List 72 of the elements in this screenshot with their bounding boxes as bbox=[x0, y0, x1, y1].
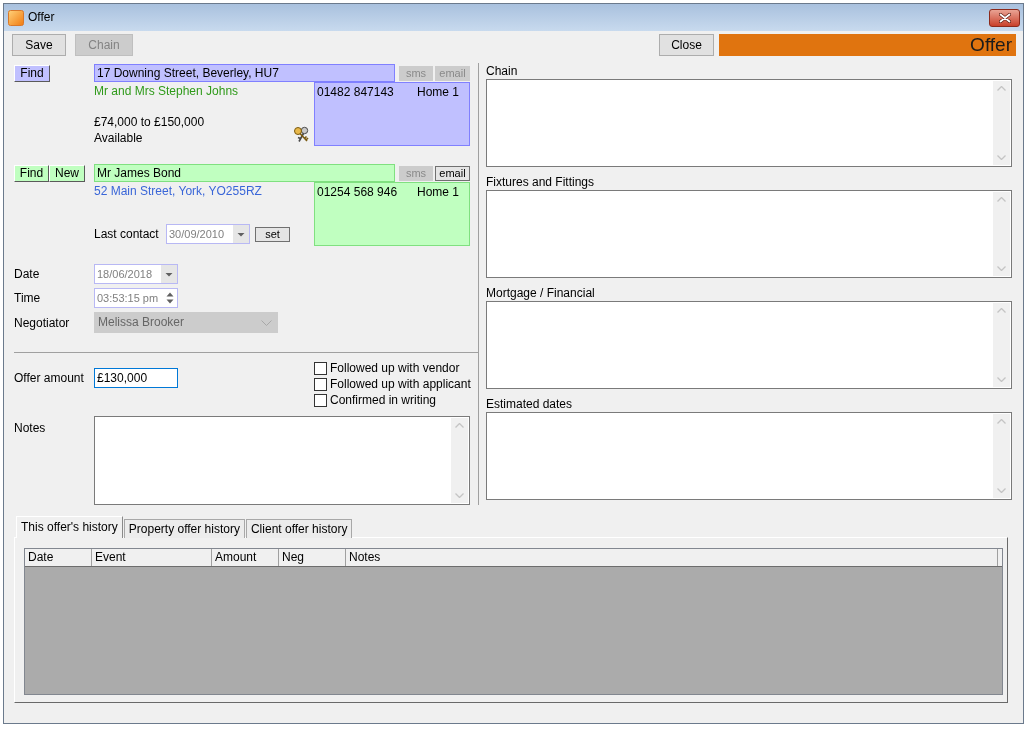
keys-icon bbox=[293, 126, 310, 143]
find-button[interactable]: Find bbox=[14, 164, 49, 182]
applicant-address: 52 Main Street, York, YO255RZ bbox=[94, 183, 263, 199]
phone-list[interactable]: 01482 847143 Home 1 bbox=[314, 82, 470, 146]
field-label: Date bbox=[14, 266, 40, 282]
section-label: Fixtures and Fittings bbox=[486, 175, 596, 190]
column-header[interactable]: Date bbox=[25, 549, 92, 566]
scrollbar[interactable] bbox=[993, 414, 1010, 498]
chevron-up-icon bbox=[455, 423, 464, 428]
scrollbar[interactable] bbox=[993, 303, 1010, 387]
checkbox[interactable] bbox=[314, 393, 327, 407]
section-label: Chain bbox=[486, 64, 519, 79]
applicant-name-field[interactable]: Mr James Bond bbox=[94, 164, 395, 182]
chevron-up-icon bbox=[997, 308, 1006, 313]
checkbox-label: Confirmed in writing bbox=[330, 392, 437, 408]
offer-amount-field[interactable]: £130,000 bbox=[94, 368, 178, 388]
column-header[interactable]: Neg bbox=[279, 549, 346, 566]
field-label: Time bbox=[14, 290, 41, 306]
phone-type: Home 1 bbox=[417, 184, 460, 200]
checkbox[interactable] bbox=[314, 361, 327, 375]
vendor-name: Mr and Mrs Stephen Johns bbox=[94, 83, 240, 99]
text-area-field[interactable] bbox=[486, 412, 1012, 500]
column-header[interactable]: Notes bbox=[346, 549, 998, 566]
chevron-down-icon bbox=[997, 488, 1006, 493]
caret-icon bbox=[161, 265, 177, 283]
tab[interactable]: Property offer history bbox=[123, 519, 245, 538]
save-button[interactable]: Save bbox=[12, 34, 66, 56]
caret-icon bbox=[233, 225, 249, 243]
scrollbar[interactable] bbox=[993, 81, 1010, 165]
checkbox-label: Followed up with vendor bbox=[330, 360, 460, 376]
phone-list[interactable]: 01254 568 946 Home 1 bbox=[314, 182, 470, 246]
last-contact-label: Last contact bbox=[94, 226, 160, 242]
tab[interactable]: Client offer history bbox=[245, 519, 353, 538]
column-header[interactable]: Amount bbox=[212, 549, 279, 566]
section-label: Estimated dates bbox=[486, 397, 574, 412]
section-label: Mortgage / Financial bbox=[486, 286, 596, 301]
chevron-up-icon bbox=[997, 197, 1006, 202]
property-status: Available bbox=[94, 130, 144, 146]
chevron-down-icon bbox=[997, 155, 1006, 160]
chevron-down-icon bbox=[261, 319, 272, 326]
scrollbar[interactable] bbox=[993, 192, 1010, 276]
chevron-down-icon bbox=[997, 377, 1006, 382]
chevron-up-icon bbox=[997, 419, 1006, 424]
close-icon bbox=[998, 12, 1011, 23]
chevron-down-icon bbox=[997, 266, 1006, 271]
text-area-field[interactable] bbox=[486, 79, 1012, 167]
phone-number: 01482 847143 bbox=[317, 84, 395, 100]
find-button[interactable]: Find bbox=[14, 64, 50, 82]
scrollbar[interactable] bbox=[451, 418, 468, 503]
close-button[interactable] bbox=[989, 8, 1020, 27]
new-button[interactable]: New bbox=[49, 164, 85, 182]
column-header[interactable]: Event bbox=[92, 549, 212, 566]
app-icon bbox=[8, 9, 24, 26]
notes-label: Notes bbox=[14, 420, 46, 436]
checkbox[interactable] bbox=[314, 377, 327, 391]
field-label: Negotiator bbox=[14, 314, 70, 331]
offer-amount-label: Offer amount bbox=[14, 370, 84, 386]
text-area-field[interactable] bbox=[486, 301, 1012, 389]
text-area-field[interactable] bbox=[486, 190, 1012, 278]
phone-type: Home 1 bbox=[417, 84, 460, 100]
close-button[interactable]: Close bbox=[659, 34, 714, 56]
window-title: Offer bbox=[28, 10, 55, 25]
tab[interactable]: This offer's history bbox=[16, 516, 123, 538]
phone-number: 01254 568 946 bbox=[317, 184, 399, 200]
notes-field[interactable] bbox=[94, 416, 470, 505]
price-range: £74,000 to £150,000 bbox=[94, 114, 205, 130]
property-address-field[interactable]: 17 Downing Street, Beverley, HU7 bbox=[94, 64, 395, 82]
email-button[interactable]: email bbox=[435, 165, 470, 181]
checkbox-label: Followed up with applicant bbox=[330, 376, 471, 392]
offer-banner: Offer bbox=[719, 34, 1016, 56]
chevron-up-icon bbox=[997, 86, 1006, 91]
chevron-down-icon bbox=[455, 493, 464, 498]
